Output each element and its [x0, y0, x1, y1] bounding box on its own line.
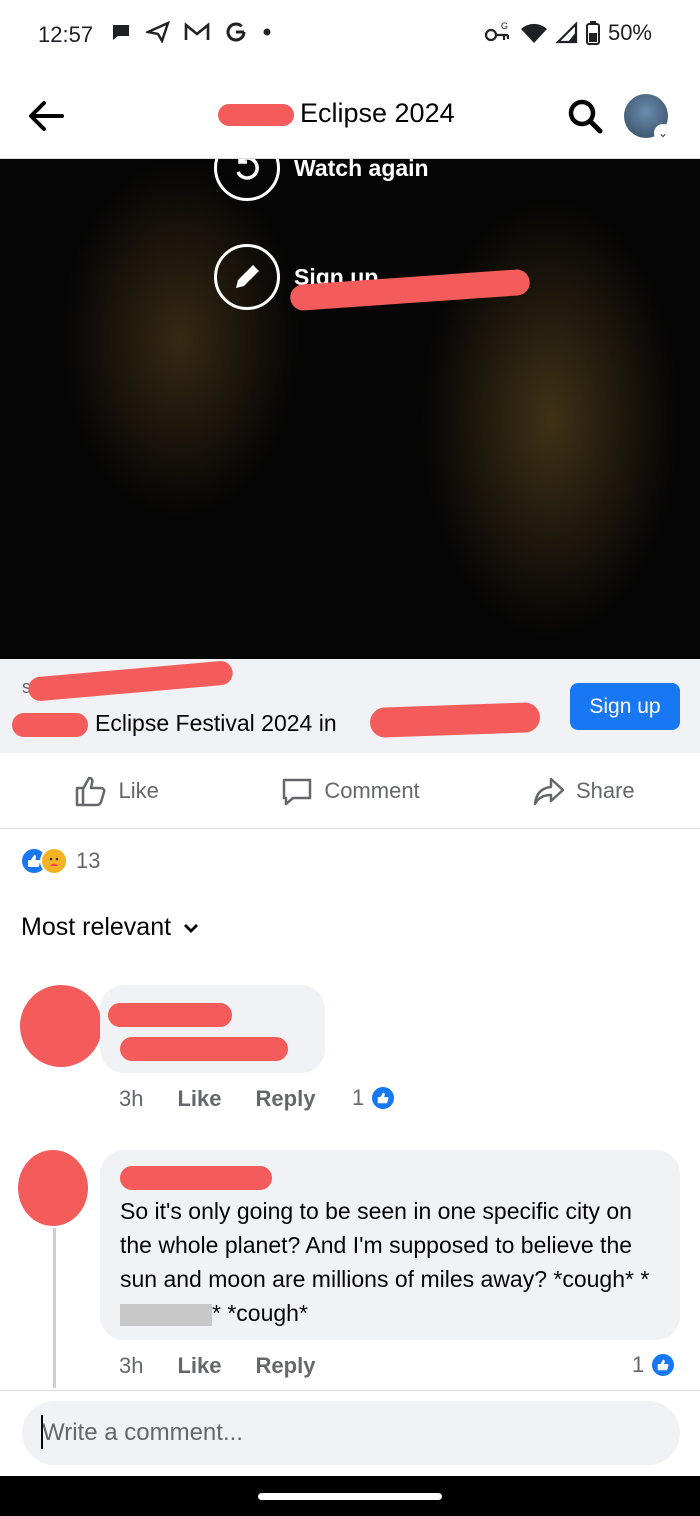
comment-button[interactable]: Comment: [233, 753, 466, 828]
video-foliage: [60, 159, 300, 519]
reactions-summary[interactable]: 13: [20, 847, 100, 875]
share-label: Share: [575, 777, 635, 803]
watch-again-button[interactable]: Watch again: [214, 159, 429, 201]
share-arrow-icon: [533, 777, 565, 805]
comment-text-after: * *cough*: [212, 1300, 308, 1326]
post-action-bar: Like Comment Share: [0, 753, 700, 829]
comment-like-count[interactable]: 1: [352, 1085, 397, 1111]
redaction-mark: [108, 1003, 232, 1027]
like-reaction-icon: [370, 1085, 397, 1111]
comment-bubble-icon: [283, 778, 312, 805]
comment-label: Comment: [324, 777, 420, 803]
status-time: 12:57: [38, 22, 94, 47]
pencil-icon: [214, 244, 280, 310]
search-button[interactable]: [565, 96, 605, 136]
redaction-mark: [12, 713, 88, 737]
sort-label: Most relevant: [21, 913, 172, 941]
comment-meta: 3h Like Reply: [119, 1353, 349, 1379]
link-preview-card[interactable]: s om Eclipse Festival 2024 in Sign up: [0, 659, 700, 753]
comment-time: 3h: [119, 1353, 144, 1378]
key-icon: G: [484, 21, 510, 42]
commenter-avatar[interactable]: [18, 1150, 88, 1226]
text-cursor: [41, 1415, 43, 1449]
comment-like-button[interactable]: Like: [177, 1353, 221, 1379]
comment-text: So it's only going to be seen in one spe…: [120, 1194, 665, 1330]
comment-reply-button[interactable]: Reply: [256, 1086, 316, 1112]
commenter-avatar[interactable]: [20, 985, 102, 1067]
profile-avatar-button[interactable]: ⌄: [624, 94, 672, 142]
comment-bubble[interactable]: So it's only going to be seen in one spe…: [100, 1150, 680, 1340]
like-button[interactable]: Like: [0, 753, 233, 828]
signup-cta-button[interactable]: Sign up: [570, 683, 680, 730]
page-title: Eclipse 2024: [218, 98, 455, 129]
app-bar: Eclipse 2024 ⌄: [0, 72, 700, 159]
chevron-down-icon: [184, 923, 199, 933]
page-title-text: Eclipse 2024: [300, 98, 455, 128]
battery-icon: [585, 21, 600, 45]
replay-icon: [214, 159, 280, 201]
like-label: Like: [118, 777, 159, 803]
system-icons: G 50%: [484, 20, 652, 46]
comment-sort-dropdown[interactable]: Most relevant: [21, 913, 201, 942]
watch-again-label: Watch again: [294, 159, 429, 181]
search-icon: [568, 99, 603, 134]
video-player[interactable]: Watch again Sign up: [0, 159, 700, 659]
like-count-value: 1: [352, 1085, 365, 1110]
comment-like-button[interactable]: Like: [177, 1086, 221, 1112]
link-title: Eclipse Festival 2024 in: [95, 710, 337, 736]
redaction-mark: [27, 660, 234, 702]
redaction-mark: [369, 702, 541, 738]
comment-input[interactable]: [22, 1401, 680, 1465]
dot-icon: [263, 28, 271, 36]
google-icon: [226, 22, 246, 42]
comment-reply-button[interactable]: Reply: [256, 1353, 316, 1379]
redaction-mark: [120, 1037, 288, 1061]
share-button[interactable]: Share: [467, 753, 700, 828]
system-nav-bar: [0, 1476, 700, 1516]
comment-like-count[interactable]: 1: [632, 1352, 677, 1378]
comment-bubble[interactable]: [100, 985, 325, 1073]
comment-composer: [0, 1390, 700, 1476]
thumbs-up-icon: [76, 776, 106, 806]
care-reaction-icon: [40, 847, 68, 875]
svg-text:G: G: [501, 21, 508, 31]
back-button[interactable]: [24, 94, 68, 138]
status-bar: 12:57 G 50%: [0, 0, 700, 72]
home-indicator[interactable]: [258, 1493, 442, 1500]
reaction-count: 13: [76, 848, 101, 873]
battery-percent: 50%: [607, 20, 652, 45]
comment-meta: 3h Like Reply: [119, 1086, 349, 1112]
send-icon: [146, 21, 170, 43]
video-foliage: [420, 199, 680, 639]
gmail-icon: [184, 22, 210, 40]
like-count-value: 1: [632, 1352, 645, 1377]
comment-text-before: So it's only going to be seen in one spe…: [120, 1198, 650, 1292]
like-reaction-icon: [650, 1352, 677, 1378]
wifi-icon: [520, 23, 547, 43]
notification-icons: [110, 20, 272, 44]
comment-time: 3h: [119, 1086, 144, 1111]
redaction-mark: [120, 1166, 272, 1190]
reply-thread-line: [53, 1228, 56, 1388]
back-arrow-icon: [29, 101, 64, 131]
redaction-mark: [218, 103, 294, 126]
blurred-word: [120, 1303, 212, 1326]
chat-icon: [113, 25, 129, 40]
signal-icon: [555, 22, 578, 44]
chevron-down-icon: ⌄: [654, 124, 672, 142]
